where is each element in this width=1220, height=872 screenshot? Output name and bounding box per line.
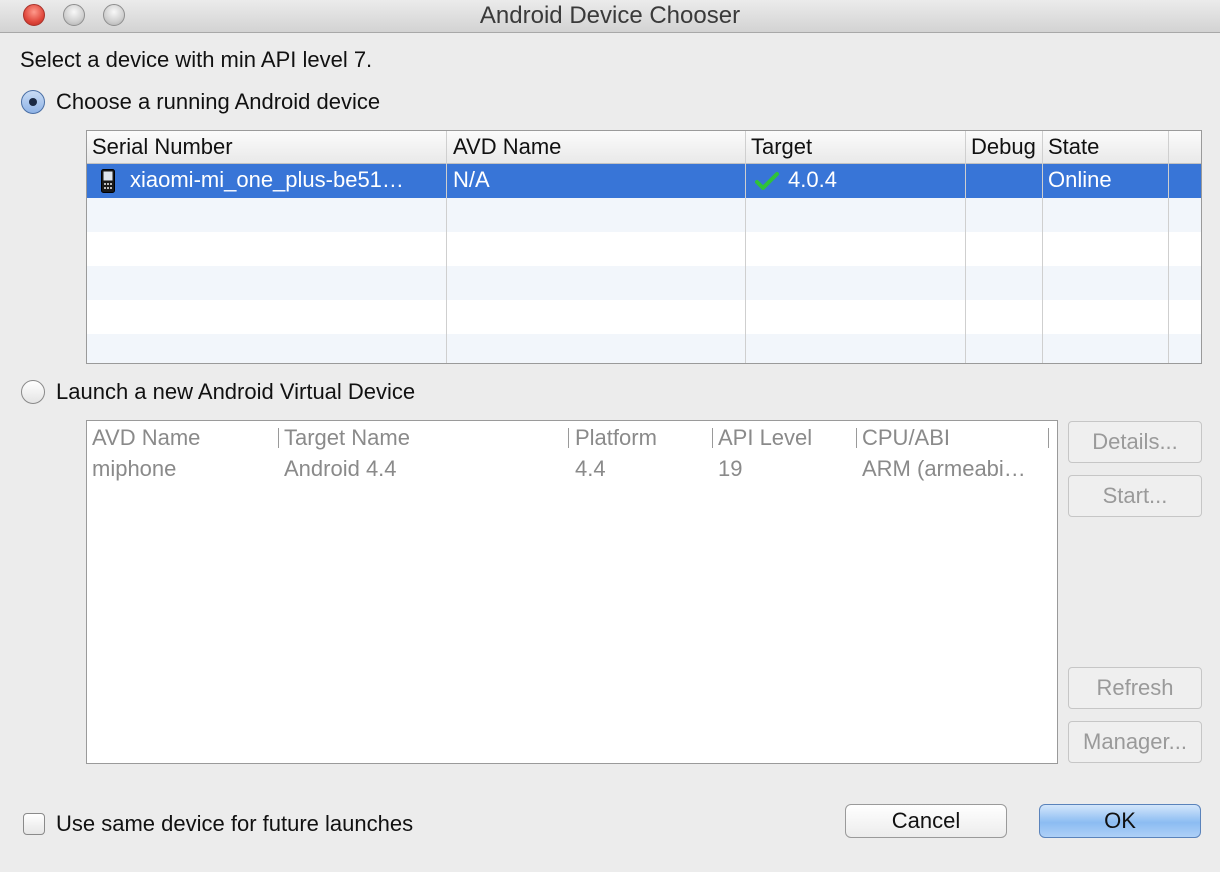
column-header-cpu-abi[interactable]: CPU/ABI: [862, 425, 950, 451]
column-header-target[interactable]: Target: [751, 134, 812, 160]
same-device-label[interactable]: Use same device for future launches: [56, 811, 413, 837]
avd-name-cell: N/A: [453, 167, 490, 192]
column-header-avd-name[interactable]: AVD Name: [92, 425, 200, 451]
column-separator: [568, 428, 569, 448]
column-separator: [712, 428, 713, 448]
table-stripe: [87, 334, 1201, 363]
window-title: Android Device Chooser: [479, 2, 741, 29]
cancel-button[interactable]: Cancel: [845, 804, 1007, 838]
target-version: 4.0.4: [788, 167, 837, 192]
table-row[interactable]: xiaomi-mi_one_plus-be51… N/A 4.0.4 Onlin…: [87, 164, 1201, 198]
column-header-state[interactable]: State: [1048, 134, 1099, 160]
platform-cell: 4.4: [575, 456, 606, 481]
api-level-cell: 19: [718, 456, 743, 481]
running-device-radio[interactable]: [21, 90, 45, 114]
same-device-checkbox[interactable]: [23, 813, 45, 835]
state-cell: Online: [1048, 167, 1112, 192]
cpu-abi-cell: ARM (armeabi…: [862, 456, 1026, 481]
column-separator: [278, 428, 279, 448]
column-header-avd-name[interactable]: AVD Name: [453, 134, 561, 160]
refresh-button[interactable]: Refresh: [1068, 667, 1202, 709]
target-name-cell: Android 4.4: [284, 456, 397, 481]
title-bar: Android Device Chooser: [0, 0, 1220, 33]
column-separator: [1048, 428, 1049, 448]
checkmark-icon: [755, 172, 779, 190]
running-table-header: Serial Number AVD Name Target Debug Stat…: [87, 131, 1201, 164]
column-header-target-name[interactable]: Target Name: [284, 425, 410, 451]
details-button[interactable]: Details...: [1068, 421, 1202, 463]
min-api-label: Select a device with min API level 7.: [20, 47, 373, 72]
avd-name-cell: miphone: [92, 456, 177, 481]
avd-table[interactable]: AVD Name Target Name Platform API Level …: [86, 420, 1058, 764]
running-devices-table[interactable]: Serial Number AVD Name Target Debug Stat…: [86, 130, 1202, 364]
column-divider: [1168, 131, 1169, 363]
start-button[interactable]: Start...: [1068, 475, 1202, 517]
column-header-serial[interactable]: Serial Number: [92, 134, 233, 160]
table-stripe: [87, 266, 1201, 300]
table-stripe: [87, 198, 1201, 232]
radio-dot-icon: [29, 98, 37, 106]
manager-button[interactable]: Manager...: [1068, 721, 1202, 763]
column-divider: [1042, 131, 1043, 363]
column-header-api-level[interactable]: API Level: [718, 425, 812, 451]
column-divider: [965, 131, 966, 363]
ok-button[interactable]: OK: [1039, 804, 1201, 838]
phone-icon: [101, 169, 115, 193]
column-divider: [446, 131, 447, 363]
serial-number-cell: xiaomi-mi_one_plus-be51…: [130, 167, 404, 192]
launch-avd-label[interactable]: Launch a new Android Virtual Device: [56, 379, 415, 405]
column-header-debug[interactable]: Debug: [971, 134, 1036, 160]
column-divider: [745, 131, 746, 363]
avd-table-header: AVD Name Target Name Platform API Level …: [87, 421, 1057, 451]
column-header-platform[interactable]: Platform: [575, 425, 657, 451]
running-device-label[interactable]: Choose a running Android device: [56, 89, 380, 115]
launch-avd-radio[interactable]: [21, 380, 45, 404]
column-separator: [856, 428, 857, 448]
